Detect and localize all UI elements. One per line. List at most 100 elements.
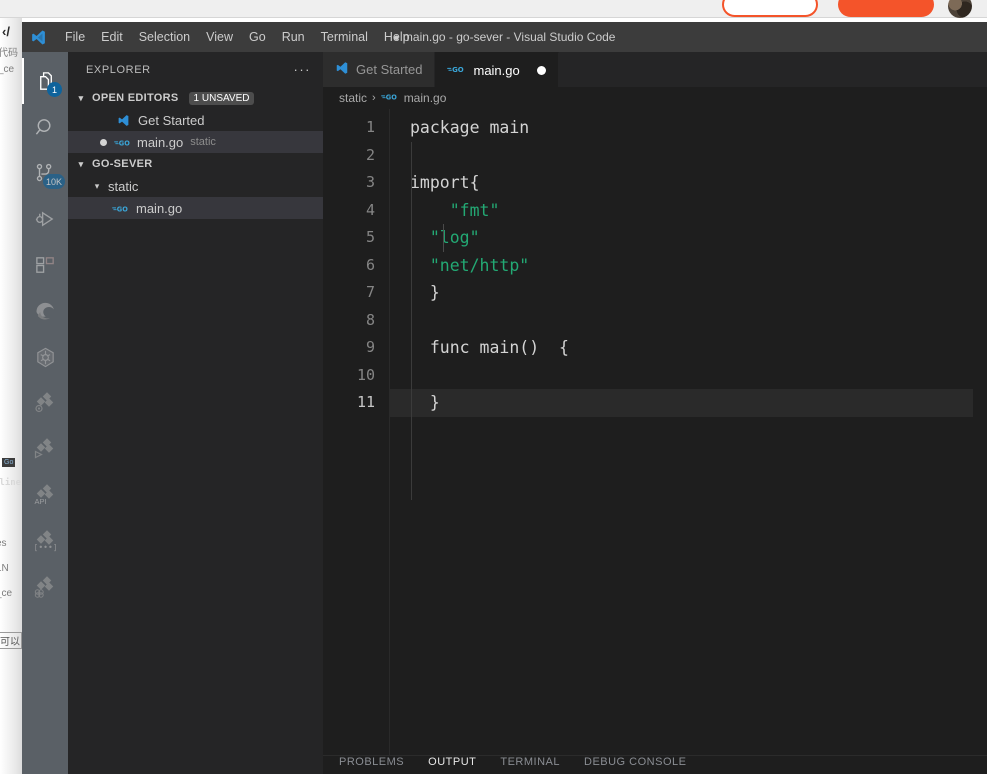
activity-source-control[interactable]: 10K (22, 150, 68, 196)
vscode-logo-icon (25, 29, 51, 46)
breadcrumb-folder[interactable]: static (339, 91, 367, 105)
menu-selection[interactable]: Selection (131, 27, 198, 47)
panel-tab-list[interactable]: PROBLEMS OUTPUT TERMINAL DEBUG CONSOLE (323, 756, 987, 768)
code-line-11[interactable]: } (390, 389, 987, 417)
activity-bar[interactable]: 1 10K API [•••] (22, 52, 68, 774)
background-outline-button[interactable] (722, 0, 818, 17)
unsaved-dot-icon[interactable] (94, 138, 112, 146)
tree-folder-static[interactable]: ▾ static (68, 175, 323, 197)
chevron-down-icon: ▾ (78, 92, 84, 103)
editor-scrollbar[interactable] (973, 109, 987, 755)
chevron-down-icon: ▾ (94, 180, 100, 191)
svg-text:GO: GO (385, 94, 396, 102)
line-number: 8 (365, 310, 375, 329)
background-primary-button[interactable] (838, 0, 934, 17)
activity-deploy[interactable] (22, 426, 68, 472)
sidebar-header: EXPLORER ··· (68, 52, 323, 87)
menu-terminal[interactable]: Terminal (313, 27, 376, 47)
breadcrumb-file[interactable]: main.go (404, 91, 447, 105)
menu-go[interactable]: Go (241, 27, 274, 47)
activity-kubernetes[interactable] (22, 334, 68, 380)
title-bar: File Edit Selection View Go Run Terminal… (22, 22, 987, 52)
activity-edge[interactable] (22, 288, 68, 334)
more-actions-icon[interactable]: ··· (294, 62, 312, 77)
code-lines[interactable]: package main import{ "fmt" "log" "net/ht… (389, 109, 987, 755)
sidebar-title: EXPLORER (86, 63, 151, 76)
menu-edit[interactable]: Edit (93, 27, 131, 47)
panel-tab-debug-console[interactable]: DEBUG CONSOLE (584, 756, 686, 768)
open-editors-label: OPEN EDITORS (92, 92, 179, 104)
activity-explorer[interactable]: 1 (22, 58, 68, 104)
go-file-icon: GO (114, 137, 132, 148)
code-line-9[interactable]: func main() { (390, 334, 987, 362)
go-file-icon: GO (112, 203, 130, 214)
background-left-panel: ‹/ 代码 _ce Go tline es 1N _ce 可以 (0, 18, 22, 774)
workbench-body: 1 10K API [•••] EXPLORER ··· ▾ OPEN EDIT… (22, 52, 987, 774)
line-number-current: 11 (356, 393, 375, 411)
activity-api[interactable]: API (22, 472, 68, 518)
open-editor-main-go[interactable]: GO main.go static (68, 131, 323, 153)
line-number-gutter: 1 2 3 4 5 6 7 8 9 10 11 (323, 109, 389, 755)
background-text-4: es (0, 538, 7, 549)
tab-main-go[interactable]: GO main.go (435, 52, 559, 87)
activity-run-debug[interactable] (22, 196, 68, 242)
code-line-1[interactable]: package main (390, 114, 987, 142)
activity-search[interactable] (22, 104, 68, 150)
folder-label: static (108, 178, 139, 194)
menu-view[interactable]: View (198, 27, 241, 47)
background-text-7: 可以 (0, 632, 22, 649)
tab-get-started[interactable]: Get Started (323, 52, 436, 87)
vscode-window: File Edit Selection View Go Run Terminal… (22, 22, 987, 774)
background-avatar[interactable] (948, 0, 972, 18)
background-text-1: _ce (0, 64, 15, 75)
breadcrumb-separator-icon: › (372, 92, 376, 104)
panel-tab-problems[interactable]: PROBLEMS (339, 756, 404, 768)
menu-file[interactable]: File (57, 27, 93, 47)
source-control-badge: 10K (42, 174, 65, 189)
section-open-editors[interactable]: ▾ OPEN EDITORS 1 UNSAVED (68, 87, 323, 109)
open-editor-label: main.go (137, 134, 184, 150)
code-token: package main (410, 118, 530, 137)
tab-label: Get Started (356, 62, 423, 77)
code-line-7[interactable]: } (390, 279, 987, 307)
code-line-8[interactable] (390, 307, 987, 335)
tree-file-main-go[interactable]: GO main.go (68, 197, 323, 219)
background-text-3: tline (0, 478, 22, 488)
indent-guide (411, 142, 412, 500)
activity-docker-compose[interactable] (22, 380, 68, 426)
menu-bar[interactable]: File Edit Selection View Go Run Terminal… (57, 27, 418, 47)
window-title-text: main.go - go-sever - Visual Studio Code (402, 30, 616, 44)
open-editor-get-started[interactable]: Get Started (68, 109, 323, 131)
file-label: main.go (136, 200, 183, 216)
code-line-2[interactable] (390, 142, 987, 170)
svg-text:GO: GO (453, 66, 465, 74)
panel-tab-output[interactable]: OUTPUT (428, 756, 476, 768)
code-line-3[interactable]: import{ (390, 169, 987, 197)
line-number: 3 (365, 173, 375, 191)
menu-help[interactable]: Help (376, 27, 418, 47)
menu-run[interactable]: Run (274, 27, 313, 47)
activity-extensions[interactable] (22, 242, 68, 288)
vscode-logo-icon (335, 61, 349, 78)
code-token-string: "log" (429, 228, 480, 247)
line-number: 6 (365, 255, 375, 274)
svg-text:API: API (35, 497, 47, 506)
code-line-4[interactable]: "fmt" (390, 197, 987, 225)
code-token: func main() { (410, 338, 569, 357)
activity-env[interactable]: [•••] (22, 518, 68, 564)
activity-atom[interactable] (22, 564, 68, 610)
code-line-6[interactable]: "net/http" (390, 252, 987, 280)
code-line-5[interactable]: "log" (390, 224, 987, 252)
background-text-2: Go (2, 458, 16, 467)
code-line-10[interactable] (390, 362, 987, 390)
section-workspace-root[interactable]: ▾ GO-SEVER (68, 153, 323, 175)
breadcrumb[interactable]: static › GO main.go (323, 87, 987, 109)
code-token-string: "net/http" (429, 255, 530, 275)
code-editor[interactable]: 1 2 3 4 5 6 7 8 9 10 11 package main imp… (323, 109, 987, 755)
explorer-badge: 1 (47, 82, 62, 97)
tab-dirty-indicator[interactable] (536, 65, 546, 75)
line-number: 2 (365, 145, 375, 164)
panel-tab-terminal[interactable]: TERMINAL (500, 756, 560, 768)
sidebar-explorer: EXPLORER ··· ▾ OPEN EDITORS 1 UNSAVED Ge (68, 52, 323, 774)
